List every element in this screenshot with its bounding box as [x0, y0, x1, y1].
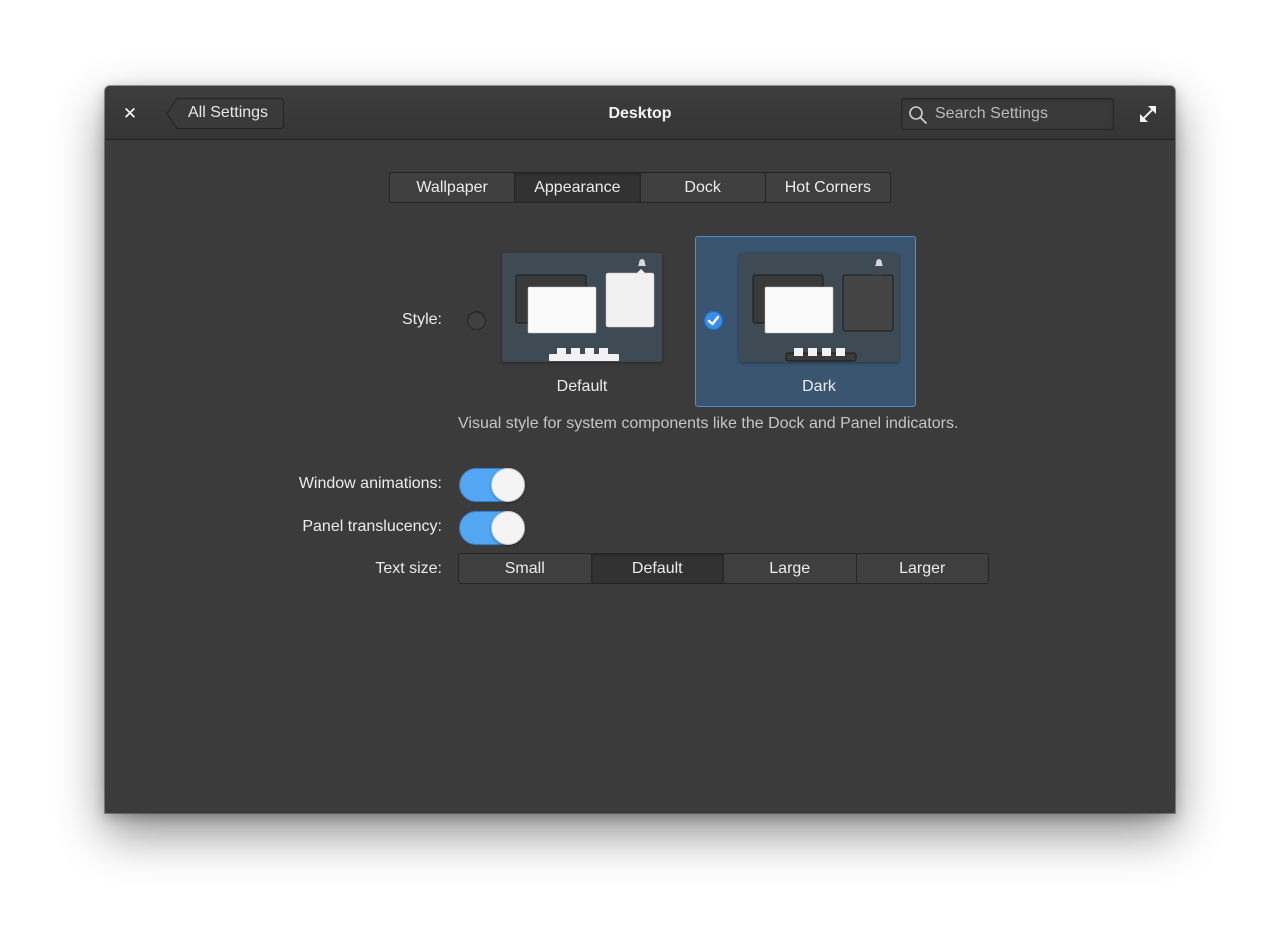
text-size-selector: Small Default Large Larger: [458, 553, 989, 584]
close-icon: ✕: [122, 104, 138, 124]
maximize-icon: [1140, 106, 1156, 122]
text-size-small[interactable]: Small: [459, 554, 592, 583]
close-button[interactable]: ✕: [118, 102, 142, 126]
style-default-name: Default: [556, 378, 608, 395]
window-animations-label: Window animations:: [298, 475, 442, 492]
text-size-large[interactable]: Large: [724, 554, 857, 583]
text-size-label: Text size:: [375, 560, 442, 577]
tab-dock[interactable]: Dock: [641, 173, 766, 202]
section-tabs: Wallpaper Appearance Dock Hot Corners: [389, 172, 891, 203]
style-label: Style:: [401, 311, 442, 328]
switch-knob: [491, 511, 525, 545]
search-field[interactable]: [901, 98, 1114, 130]
text-size-default[interactable]: Default: [591, 554, 724, 583]
switch-knob: [491, 468, 525, 502]
default-style-thumbnail: [515, 259, 655, 361]
panel-translucency-label: Panel translucency:: [302, 518, 442, 535]
style-dark-name: Dark: [802, 378, 836, 395]
text-size-larger[interactable]: Larger: [857, 554, 989, 583]
tab-wallpaper[interactable]: Wallpaper: [390, 173, 516, 202]
header-bar: ✕ All Settings Desktop: [105, 86, 1175, 140]
style-dark-preview[interactable]: [739, 253, 899, 362]
search-input[interactable]: [935, 101, 1107, 127]
settings-window: ✕ All Settings Desktop Wallpaper: [105, 86, 1175, 813]
back-button[interactable]: All Settings: [166, 98, 284, 129]
tab-appearance[interactable]: Appearance: [515, 173, 641, 202]
search-icon: [909, 106, 927, 124]
dark-style-thumbnail: [752, 259, 894, 362]
maximize-button[interactable]: [1137, 103, 1159, 125]
style-default-preview[interactable]: [502, 253, 662, 362]
style-description: Visual style for system components like …: [458, 415, 959, 432]
tab-hot-corners[interactable]: Hot Corners: [766, 173, 890, 202]
checkmark-icon: [707, 315, 720, 326]
panel-translucency-switch[interactable]: [459, 511, 525, 545]
style-default-radio[interactable]: [467, 311, 486, 330]
window-animations-switch[interactable]: [459, 468, 525, 502]
style-dark-radio[interactable]: [704, 311, 723, 330]
back-button-label: All Settings: [188, 104, 269, 121]
